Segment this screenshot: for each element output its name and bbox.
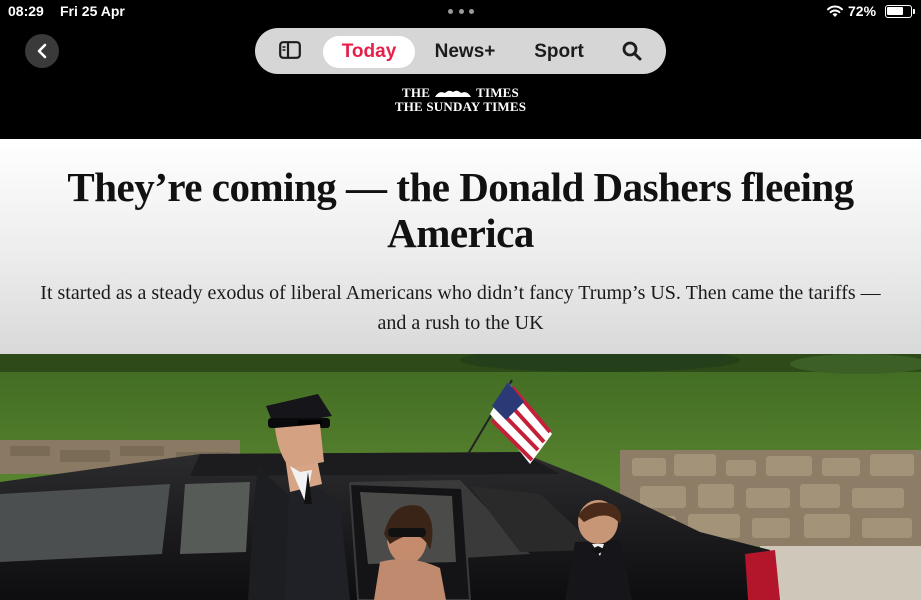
- article-hero-image[interactable]: [0, 354, 921, 600]
- battery-percentage: 72%: [848, 3, 877, 19]
- tab-sport[interactable]: Sport: [527, 36, 591, 68]
- article-header: They’re coming — the Donald Dashers flee…: [0, 139, 921, 354]
- status-bar: 08:29 Fri 25 Apr 72%: [0, 0, 921, 24]
- tab-news-plus[interactable]: News+: [429, 36, 501, 68]
- tab-today[interactable]: Today: [323, 36, 415, 68]
- sidebar-icon[interactable]: [279, 41, 301, 59]
- news-navigation-bar: Today News+ Sport: [255, 28, 666, 74]
- article-standfirst: It started as a steady exodus of liberal…: [40, 282, 881, 334]
- royal-crest-icon: [435, 90, 472, 97]
- publisher-logo-times: TIMES: [476, 85, 519, 100]
- hero-photo-illustration: [0, 354, 921, 600]
- chevron-left-icon: [37, 43, 47, 59]
- publisher-logo-the: THE: [402, 85, 431, 100]
- article-headline: They’re coming — the Donald Dashers flee…: [67, 164, 854, 256]
- status-time: 08:29: [8, 3, 44, 19]
- publisher-logo[interactable]: THE TIMES THE SUNDAY TIMES: [0, 85, 921, 114]
- search-icon[interactable]: [622, 41, 642, 61]
- battery-icon: [885, 5, 915, 18]
- back-button[interactable]: [25, 34, 59, 68]
- multitasking-dots-icon[interactable]: [448, 9, 474, 15]
- status-date: Fri 25 Apr: [60, 3, 125, 19]
- publisher-logo-sunday-times: THE SUNDAY TIMES: [394, 99, 527, 114]
- wifi-icon: [827, 5, 843, 17]
